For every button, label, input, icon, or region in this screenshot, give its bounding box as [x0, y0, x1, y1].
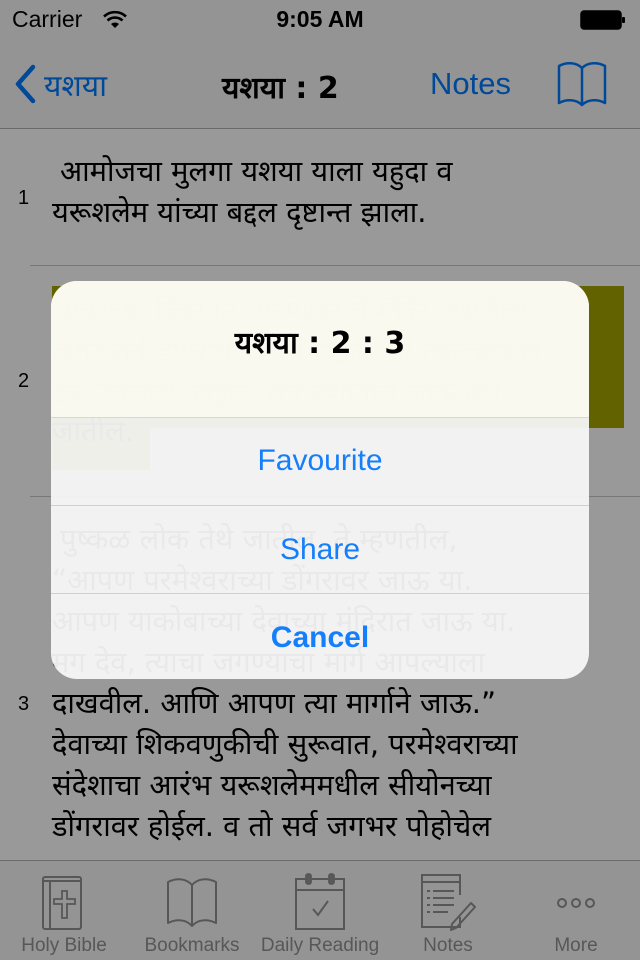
verse-action-alert: शेवटच्या दिवसांत, परमेश्वराचे मंदिर असले… — [51, 281, 589, 679]
alert-title: यशया : 2 : 3 — [234, 326, 406, 361]
share-button[interactable]: Share — [51, 506, 589, 594]
bible-chapter-screen: Carrier 9:05 AM यशया यशया : 2 Notes 1 आम… — [0, 0, 640, 960]
alert-header: यशया : 2 : 3 — [51, 281, 589, 418]
favourite-button[interactable]: Favourite — [51, 417, 589, 505]
cancel-button[interactable]: Cancel — [51, 594, 589, 679]
